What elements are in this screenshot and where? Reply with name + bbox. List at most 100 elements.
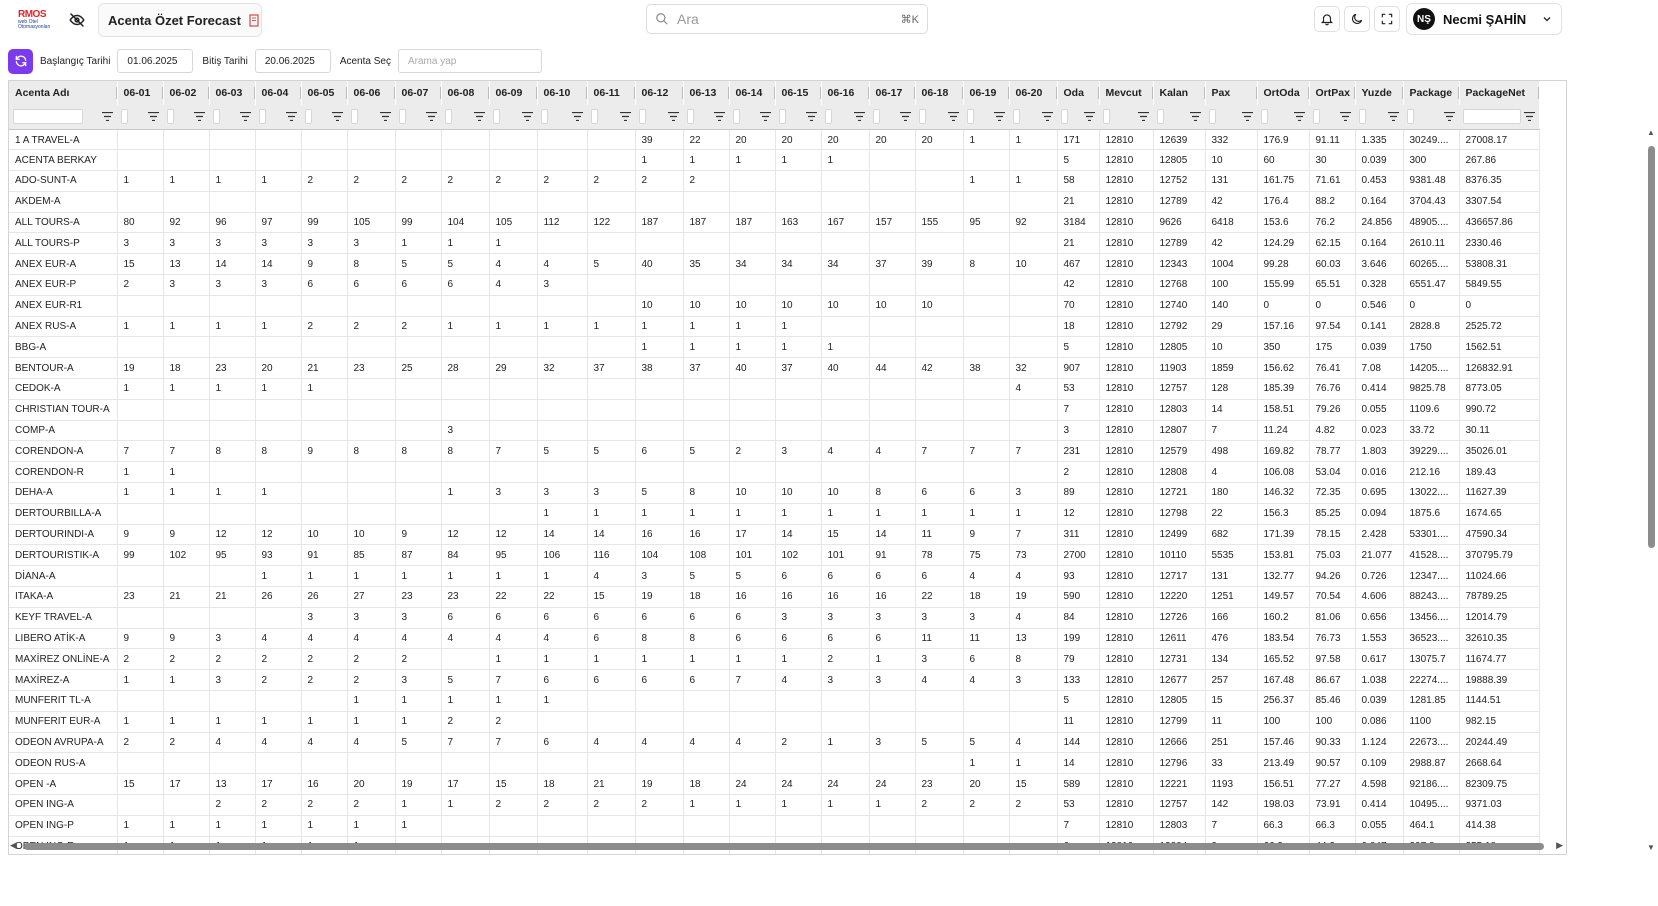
column-filter-input[interactable] [639, 109, 646, 125]
vertical-scroll-thumb[interactable] [1648, 146, 1655, 548]
scroll-right-arrow[interactable]: ▶ [1556, 840, 1563, 851]
column-filter-input[interactable] [213, 109, 220, 125]
column-filter-input[interactable] [305, 109, 312, 125]
column-header[interactable]: 06-16 [821, 81, 870, 105]
column-header[interactable]: Yuzde [1355, 81, 1404, 105]
column-header[interactable]: OrtOda [1257, 81, 1310, 105]
column-filter-input[interactable] [1013, 109, 1020, 125]
filter-icon[interactable] [994, 112, 1005, 122]
filter-icon[interactable] [714, 112, 725, 122]
filter-icon[interactable] [572, 112, 583, 122]
column-filter-input[interactable] [13, 109, 83, 125]
scroll-left-arrow[interactable]: ◀ [10, 840, 17, 851]
filter-icon[interactable] [760, 112, 771, 122]
filter-icon[interactable] [380, 112, 391, 122]
table-row[interactable]: ANEX EUR-P 2 3 3 3 6 6 6 6 4 3 42 12810 12768 100 155.9… [9, 274, 1540, 296]
table-row[interactable]: DERTOURINDI-A 9 9 12 12 10 10 9 12 12 14 14 16 16 17 14… [9, 524, 1540, 546]
filter-icon[interactable] [1084, 112, 1095, 122]
filter-icon[interactable] [148, 112, 159, 122]
column-filter-input[interactable] [541, 109, 548, 125]
column-header[interactable]: 06-02 [163, 81, 210, 105]
column-header[interactable]: Acenta Adı [9, 81, 118, 105]
bookmark-icon[interactable] [249, 13, 259, 27]
column-filter-input[interactable] [1463, 109, 1521, 125]
column-header[interactable]: 06-20 [1009, 81, 1058, 105]
filter-icon[interactable] [240, 112, 251, 122]
filter-icon[interactable] [194, 112, 205, 122]
column-filter-input[interactable] [493, 109, 500, 125]
column-filter-input[interactable] [259, 109, 266, 125]
filter-icon[interactable] [1242, 112, 1253, 122]
column-filter-input[interactable] [121, 109, 128, 125]
table-row[interactable]: CHRISTIAN TOUR-A 7 12810 12803 14 158.51 79.26… [9, 399, 1540, 421]
table-row[interactable]: COMP-A 3 3 12810 12807 7 11.24 4.82 0.023 33.72 30… [9, 420, 1540, 442]
column-header[interactable]: Mevcut [1099, 81, 1154, 105]
table-row[interactable]: ANEX EUR-R1 10 10 10 10 10 10 10 70 12810 12740 140… [9, 295, 1540, 317]
table-row[interactable]: ODEON AVRUPA-A 2 2 4 4 4 4 5 7 7 6 4 4 4 4 2 1 3 5 5 4 144 128… [9, 732, 1540, 754]
column-header[interactable]: 06-03 [209, 81, 256, 105]
column-filter-input[interactable] [1359, 109, 1366, 125]
column-header[interactable]: 06-10 [537, 81, 588, 105]
column-header[interactable]: 06-13 [683, 81, 730, 105]
table-row[interactable]: ALL TOURS-A 80 92 96 97 99 105 99 104 105 112 122 18… [9, 212, 1540, 234]
end-date-input[interactable]: 20.06.2025 [254, 49, 331, 73]
scroll-down-arrow[interactable]: ▼ [1646, 843, 1656, 853]
column-header[interactable]: 06-07 [395, 81, 442, 105]
column-filter-input[interactable] [1061, 109, 1068, 125]
column-filter-input[interactable] [167, 109, 174, 125]
column-filter-input[interactable] [591, 109, 598, 125]
filter-icon[interactable] [102, 112, 113, 122]
filter-icon[interactable] [474, 112, 485, 122]
agency-search-input[interactable]: Arama yap [397, 49, 542, 73]
table-row[interactable]: MUNFERIT TL-A 1 1 1 1 1 5 12810 12805 15 256.37 85.… [9, 690, 1540, 712]
column-header[interactable]: 06-12 [635, 81, 684, 105]
column-header[interactable]: 06-09 [489, 81, 538, 105]
column-filter-input[interactable] [873, 109, 880, 125]
column-filter-input[interactable] [733, 109, 740, 125]
table-row[interactable]: OPEN -A 15 17 13 17 16 20 19 17 15 18 21 19 18 24 24 24 2… [9, 773, 1540, 795]
filter-icon[interactable] [332, 112, 343, 122]
filter-icon[interactable] [900, 112, 911, 122]
filter-icon[interactable] [1042, 112, 1053, 122]
user-menu[interactable]: NŞ Necmi ŞAHİN [1406, 3, 1562, 35]
column-filter-input[interactable] [1407, 109, 1414, 125]
column-header[interactable]: PackageNet [1459, 81, 1540, 105]
column-filter-input[interactable] [1313, 109, 1320, 125]
column-header[interactable]: Package [1403, 81, 1460, 105]
filter-icon[interactable] [1388, 112, 1399, 122]
table-row[interactable]: CORENDON-A 7 7 8 8 9 8 8 8 7 5 5 6 5 2 3 4 4 7 7 7 231 12810 12… [9, 440, 1540, 463]
column-filter-input[interactable] [919, 109, 926, 125]
horizontal-scroll-thumb[interactable] [24, 843, 1544, 850]
column-header[interactable]: 06-18 [915, 81, 964, 105]
filter-icon[interactable] [806, 112, 817, 122]
table-row[interactable]: OPEN ING-A 2 2 2 2 1 1 2 2 2 2 1 1 1 1 1 2 2 2 53 12810 12757… [9, 794, 1540, 816]
column-header[interactable]: 06-08 [441, 81, 490, 105]
filter-icon[interactable] [426, 112, 437, 122]
filter-icon[interactable] [1340, 112, 1351, 122]
column-filter-input[interactable] [967, 109, 974, 125]
filter-icon[interactable] [1524, 112, 1535, 122]
table-row[interactable]: DERTOURISTIK-A 99 102 95 93 91 85 87 84 95 106 116 1… [9, 544, 1540, 567]
table-row[interactable]: MAXİREZ ONLİNE-A 2 2 2 2 2 2 2 1 1 1 1 1 1 1 2 1 3 6 8 79 128… [9, 648, 1540, 671]
column-filter-input[interactable] [1157, 109, 1164, 125]
table-row[interactable]: AKDEM-A 21 12810 12789 42 176.4 88.2 0.164 3704.… [9, 191, 1540, 213]
table-row[interactable]: LIBERO ATİK-A 9 9 3 4 4 4 4 4 4 4 6 8 8 6 6 6 6 11 11 13 199 1… [9, 628, 1540, 650]
horizontal-scrollbar[interactable]: ◀ ▶ [8, 840, 1567, 852]
column-header[interactable]: 06-17 [869, 81, 916, 105]
table-row[interactable]: ANEX RUS-A 1 1 1 1 2 2 2 1 1 1 1 1 1 1 1 18 12810 12792 29 1… [9, 316, 1540, 338]
column-filter-input[interactable] [1261, 109, 1268, 125]
filter-icon[interactable] [620, 112, 631, 122]
column-header[interactable]: OrtPax [1309, 81, 1356, 105]
page-title-tab[interactable]: Acenta Özet Forecast [98, 3, 262, 37]
table-row[interactable]: CEDOK-A 1 1 1 1 1 4 53 12810 12757 128 185.39 76.76 0… [9, 378, 1540, 400]
table-row[interactable]: ITAKA-A 23 21 21 26 26 27 23 23 22 22 15 19 18 16 16 16 1… [9, 586, 1540, 608]
table-row[interactable]: BBG-A 1 1 1 1 1 5 12810 12805 10 350 175 0.039 1750 15… [9, 336, 1540, 359]
column-filter-input[interactable] [687, 109, 694, 125]
table-row[interactable]: ALL TOURS-P 3 3 3 3 3 3 1 1 1 21 12810 12789 42 124.29… [9, 232, 1540, 255]
table-row[interactable]: KEYF TRAVEL-A 3 3 3 6 6 6 6 6 6 6 3 3 3 3 3 4 84 12810 1272… [9, 607, 1540, 629]
column-filter-input[interactable] [1209, 109, 1216, 125]
theme-toggle-button[interactable] [1344, 6, 1370, 32]
column-header[interactable]: Pax [1205, 81, 1258, 105]
filter-icon[interactable] [1190, 112, 1201, 122]
column-header[interactable]: 06-01 [117, 81, 164, 105]
